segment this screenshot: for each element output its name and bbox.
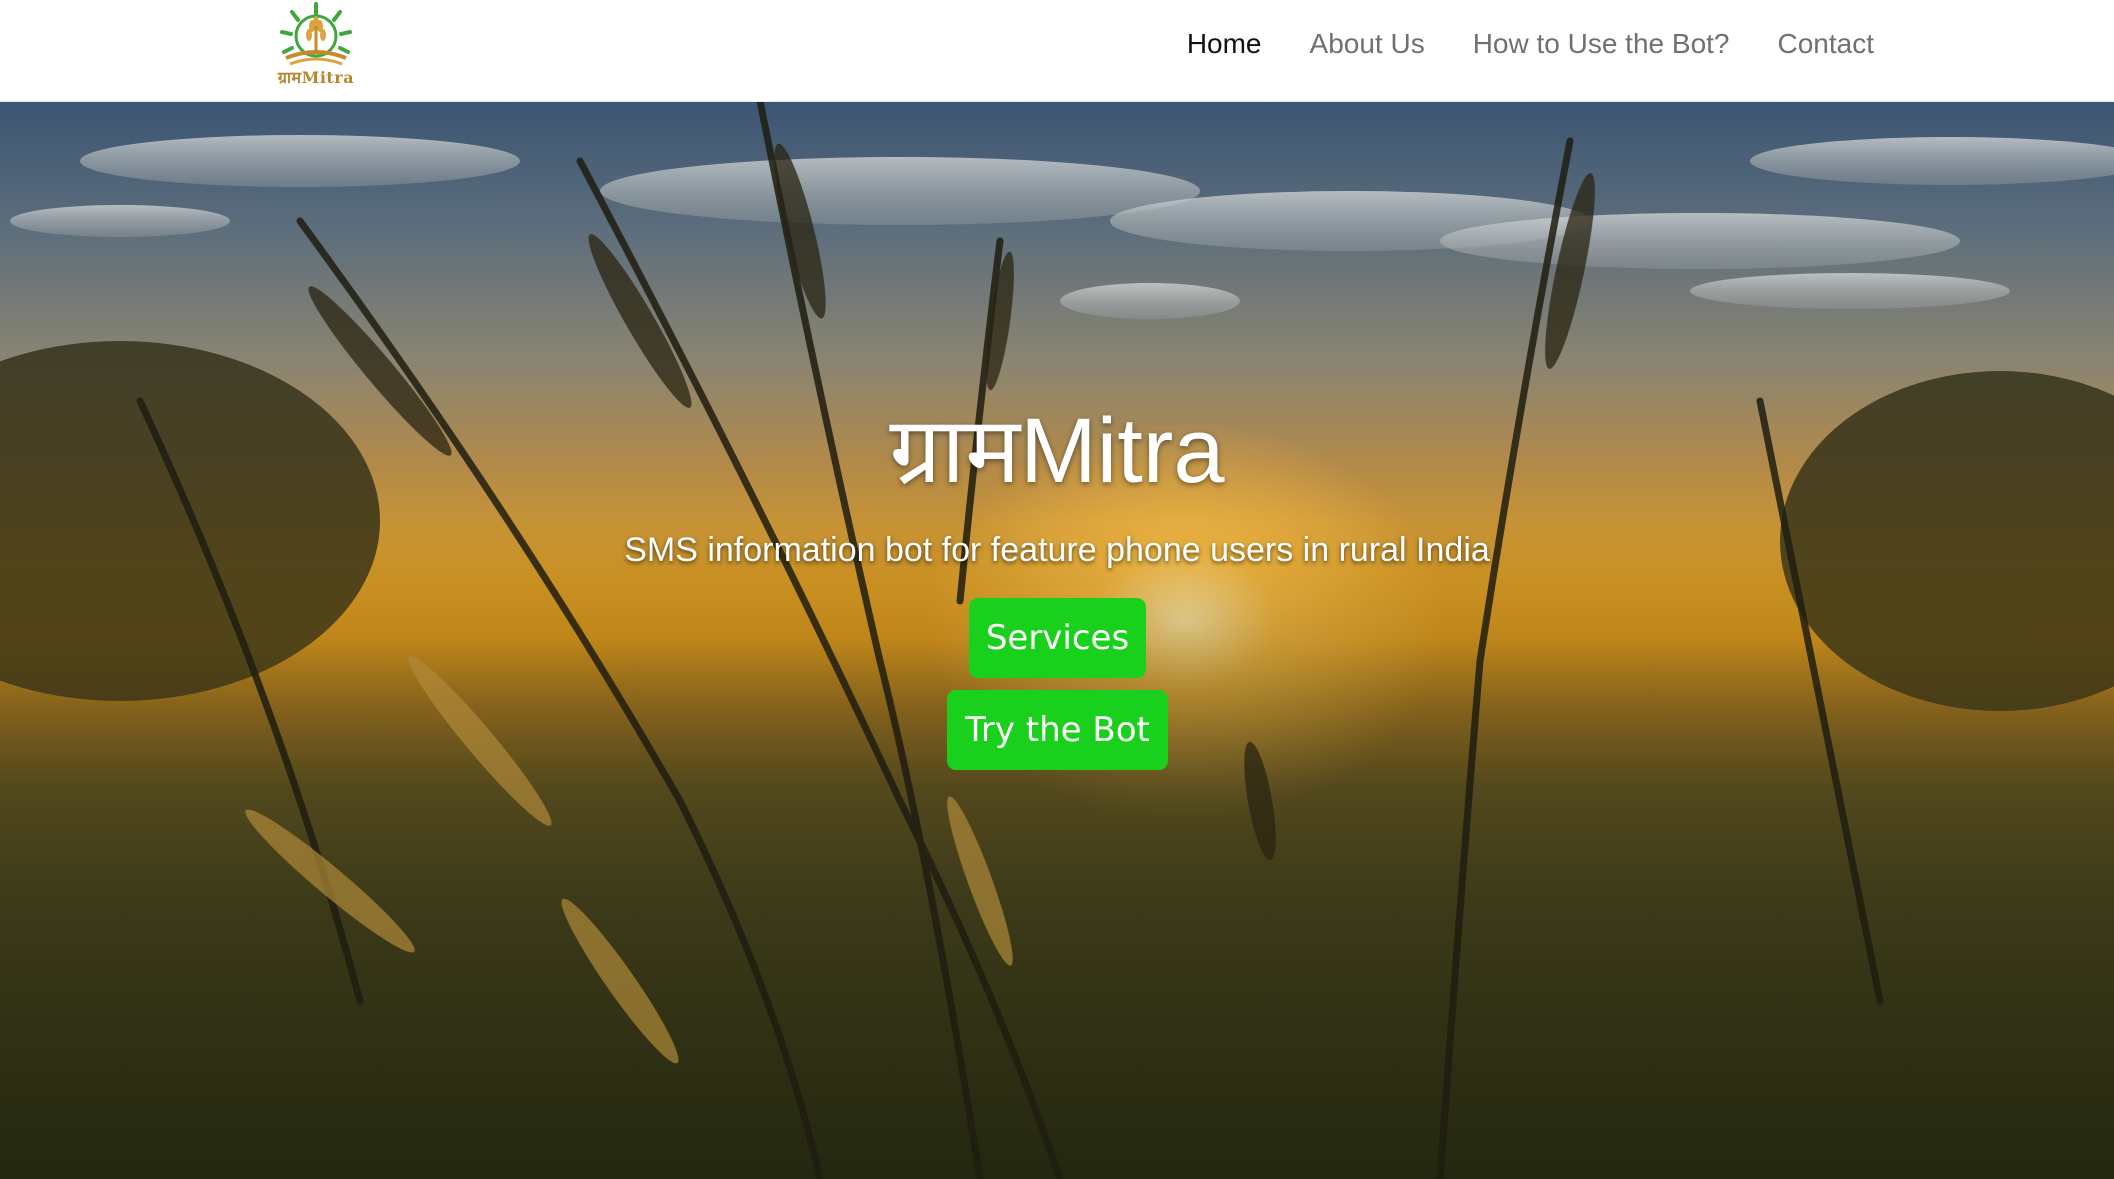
navbar: ग्रामMitra Home About Us How to Use the … bbox=[0, 0, 2114, 102]
site-logo[interactable]: ग्रामMitra bbox=[276, 2, 356, 92]
hero-section: ग्रामMitra SMS information bot for featu… bbox=[0, 101, 2114, 1179]
main-nav: Home About Us How to Use the Bot? Contac… bbox=[1187, 28, 1874, 60]
hero-subtitle: SMS information bot for feature phone us… bbox=[624, 531, 1490, 569]
try-the-bot-button[interactable]: Try the Bot bbox=[947, 690, 1168, 770]
wheat-sun-logo-icon bbox=[280, 2, 352, 66]
nav-about-link[interactable]: About Us bbox=[1310, 28, 1425, 60]
nav-how-to-use-link[interactable]: How to Use the Bot? bbox=[1473, 28, 1730, 60]
logo-text: ग्रामMitra bbox=[277, 68, 355, 87]
hero-content: ग्रामMitra SMS information bot for featu… bbox=[0, 101, 2114, 1179]
nav-home-link[interactable]: Home bbox=[1187, 28, 1262, 60]
services-button[interactable]: Services bbox=[969, 598, 1146, 678]
nav-contact-link[interactable]: Contact bbox=[1778, 28, 1875, 60]
hero-title: ग्रामMitra bbox=[889, 400, 1225, 502]
